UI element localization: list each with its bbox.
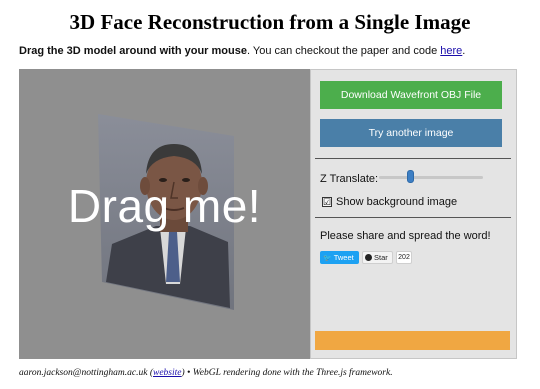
divider xyxy=(315,158,511,159)
status-bar xyxy=(315,331,510,350)
face-texture-image xyxy=(98,114,234,310)
try-another-image-button[interactable]: Try another image xyxy=(320,119,502,147)
show-background-label[interactable]: Show background image xyxy=(336,196,457,208)
z-translate-slider-handle[interactable] xyxy=(407,170,414,183)
github-icon xyxy=(365,254,372,261)
share-text: Please share and spread the word! xyxy=(320,230,491,242)
z-translate-label: Z Translate: xyxy=(320,173,379,185)
intro-instruction: Drag the 3D model around with your mouse xyxy=(19,45,247,57)
website-link[interactable]: website xyxy=(153,368,182,378)
intro-sentence: . You can checkout the paper and code xyxy=(246,45,441,57)
footer-credits: ) • WebGL rendering done with the Three.… xyxy=(181,368,393,378)
face-model[interactable] xyxy=(98,114,248,310)
footer: aaron.jackson@nottingham.ac.uk (website)… xyxy=(19,368,393,378)
star-count[interactable]: 202 xyxy=(396,251,412,264)
twitter-bird-icon: 🐦 xyxy=(323,255,332,262)
download-obj-button[interactable]: Download Wavefront OBJ File xyxy=(320,81,502,109)
author-email: aaron.jackson@nottingham.ac.uk xyxy=(19,368,148,378)
intro-period: . xyxy=(462,45,466,57)
tweet-button[interactable]: 🐦 Tweet xyxy=(320,251,359,264)
page-title: 3D Face Reconstruction from a Single Ima… xyxy=(69,10,471,34)
github-star-button[interactable]: Star xyxy=(362,251,393,264)
divider xyxy=(315,217,511,218)
control-panel: Download Wavefront OBJ File Try another … xyxy=(310,69,517,359)
tweet-label: Tweet xyxy=(333,253,354,262)
star-label: Star xyxy=(374,253,388,262)
3d-viewport[interactable]: Drag me! xyxy=(19,69,310,359)
paper-code-link[interactable]: here xyxy=(440,45,462,57)
show-background-checkbox[interactable]: ☑ xyxy=(322,197,332,207)
intro-text: Drag the 3D model around with your mouse… xyxy=(19,45,465,57)
z-translate-slider-track[interactable] xyxy=(379,176,483,179)
